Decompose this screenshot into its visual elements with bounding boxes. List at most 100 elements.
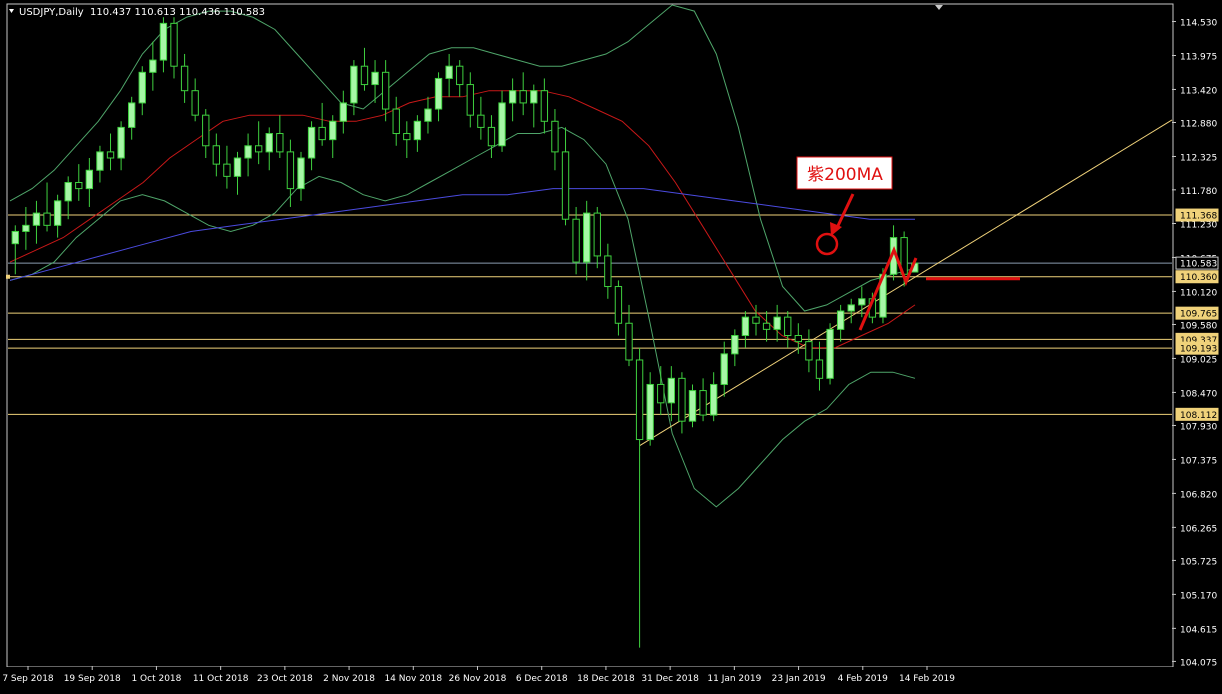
candle-body [498, 102, 506, 147]
candle-body [149, 59, 157, 73]
level-anchor-marker [6, 274, 10, 279]
candle-body [858, 298, 866, 306]
price-chart: 紫200MA 114.530 113.975 113.420 112.880 112.3… [0, 0, 1222, 690]
candle-body [191, 90, 199, 116]
candle-body [254, 145, 263, 153]
level-tag-label: 110.360 [1180, 273, 1217, 283]
x-tick-label: 7 Sep 2018 [2, 674, 54, 684]
y-tick-label: 104.615 [1180, 625, 1217, 635]
x-tick-label: 14 Nov 2018 [384, 674, 442, 684]
symbol-label: USDJPY,Daily [19, 7, 84, 18]
candle-body [392, 108, 400, 135]
candle-body [297, 157, 305, 190]
candle-body [434, 77, 443, 110]
level-tag-label: 109.765 [1180, 310, 1217, 320]
candle-body [85, 169, 94, 190]
candle-body [762, 322, 771, 330]
x-tick-label: 14 Feb 2019 [899, 674, 955, 684]
y-tick-label: 113.975 [1180, 52, 1217, 62]
candle-body [22, 224, 30, 232]
y-tick-label: 114.530 [1180, 19, 1217, 29]
y-tick-label: 107.930 [1180, 422, 1217, 432]
candle-body [815, 359, 824, 379]
candle-body [233, 157, 242, 177]
annotation-label: 紫200MA [807, 165, 883, 185]
candle-body [244, 145, 252, 159]
candle-body [551, 120, 559, 153]
candle-body [32, 212, 41, 226]
candle-body [688, 390, 697, 422]
y-tick-label: 106.820 [1180, 490, 1217, 500]
candle-body [445, 65, 453, 79]
chart-background [0, 0, 1222, 690]
chart-window: 紫200MA 114.530 113.975 113.420 112.880 112.3… [0, 0, 1222, 690]
candle-body [836, 310, 845, 330]
candle [826, 323, 834, 385]
candle-body [371, 71, 379, 86]
y-tick-label: 112.325 [1180, 153, 1217, 163]
candle-body [508, 90, 517, 104]
candle-body [625, 322, 633, 361]
candle-body [826, 328, 834, 379]
candle-body [657, 383, 665, 404]
candle-body [593, 212, 601, 257]
x-tick-label: 2 Nov 2018 [323, 674, 375, 684]
candle-body [286, 151, 295, 190]
candle-body [614, 286, 623, 324]
level-tag-label: 110.583 [1180, 260, 1217, 270]
candle-body [477, 114, 485, 128]
candle-body [794, 335, 802, 343]
candle-body [64, 181, 72, 202]
x-tick-label: 11 Oct 2018 [193, 674, 249, 684]
level-tag-label: 108.112 [1180, 411, 1217, 421]
candle-body [11, 230, 19, 245]
candle-body [519, 90, 527, 104]
candle-body [487, 126, 496, 147]
candle-body [96, 151, 104, 171]
candle-body [339, 102, 347, 122]
candle-body [583, 212, 591, 263]
x-tick-label: 4 Feb 2019 [838, 674, 889, 684]
candle-body [540, 90, 549, 122]
y-tick-label: 105.725 [1180, 557, 1217, 567]
y-tick-label: 107.375 [1180, 456, 1217, 466]
candle-body [731, 335, 739, 355]
candle-body [117, 126, 125, 159]
x-tick-label: 23 Oct 2018 [257, 674, 313, 684]
x-tick-label: 26 Nov 2018 [449, 674, 507, 684]
y-tick-label: 109.580 [1180, 321, 1217, 331]
y-tick-label: 109.025 [1180, 355, 1217, 365]
candle-body [223, 163, 231, 177]
candle-body [646, 383, 654, 441]
candle [688, 384, 697, 428]
candle-body [604, 255, 612, 288]
y-tick-label: 110.120 [1180, 288, 1217, 298]
candle-body [307, 126, 316, 159]
candle-body [635, 359, 644, 441]
candle-body [170, 22, 178, 67]
candle-body [847, 304, 855, 312]
candle-body [138, 71, 146, 104]
candle-body [413, 120, 422, 141]
candle-body [75, 181, 83, 190]
y-tick-label: 105.170 [1180, 591, 1217, 601]
candle-body [180, 65, 189, 92]
candle-body [43, 212, 51, 226]
level-tag-label: 109.193 [1180, 345, 1217, 355]
y-tick-label: 111.780 [1180, 187, 1217, 197]
candle-body [265, 133, 273, 153]
candle-body [329, 120, 337, 141]
candle-body [667, 377, 676, 404]
candle-body [773, 316, 781, 330]
x-tick-label: 23 Jan 2019 [772, 674, 826, 684]
candle-body [106, 151, 115, 159]
x-tick-label: 6 Dec 2018 [516, 674, 568, 684]
candle-body [805, 341, 813, 361]
candle-body [424, 108, 432, 122]
candle-body [530, 90, 538, 104]
y-tick-label: 106.265 [1180, 524, 1217, 534]
y-tick-label: 108.470 [1180, 389, 1217, 399]
y-tick-label: 113.420 [1180, 86, 1217, 96]
candle-body [128, 102, 136, 128]
candle-body [53, 200, 62, 226]
